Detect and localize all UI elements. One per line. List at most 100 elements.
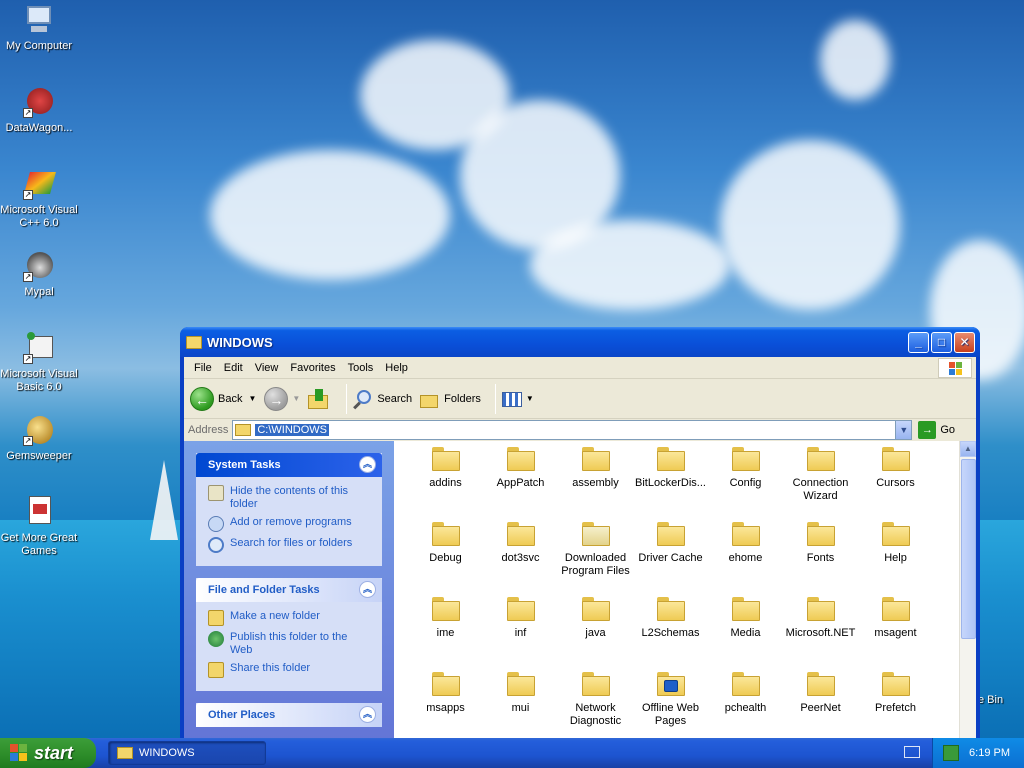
- share-folder-icon: [208, 662, 224, 678]
- folders-button[interactable]: Folders: [420, 389, 481, 409]
- address-dropdown-button[interactable]: ▼: [895, 421, 912, 439]
- toolbar: ← Back ▼ → ▼ Search Folders ▼: [184, 379, 976, 419]
- menu-bar: File Edit View Favorites Tools Help: [184, 357, 976, 379]
- file-item[interactable]: Media: [708, 595, 783, 670]
- file-item[interactable]: BitLockerDis...: [633, 445, 708, 520]
- start-button[interactable]: start: [0, 738, 96, 768]
- maximize-button[interactable]: □: [931, 332, 952, 353]
- views-button[interactable]: ▼: [501, 389, 534, 409]
- other-places-header[interactable]: Other Places ︽: [196, 703, 382, 727]
- file-item[interactable]: Network Diagnostic: [558, 670, 633, 740]
- collapse-icon[interactable]: ︽: [359, 706, 376, 723]
- file-item[interactable]: Downloaded Program Files: [558, 520, 633, 595]
- task-share-folder[interactable]: Share this folder: [208, 662, 372, 678]
- address-value[interactable]: C:\WINDOWS: [255, 424, 330, 436]
- folder-icon: [506, 522, 535, 546]
- file-item[interactable]: ehome: [708, 520, 783, 595]
- file-label: addins: [429, 477, 462, 489]
- file-item[interactable]: Debug: [408, 520, 483, 595]
- title-bar[interactable]: WINDOWS _ □ ✕: [180, 327, 980, 357]
- desktop-icon-gemsweeper[interactable]: ↗ Gemsweeper: [0, 414, 78, 463]
- desktop-icon-datawagon[interactable]: ↗ DataWagon...: [0, 86, 78, 135]
- file-label: BitLockerDis...: [635, 477, 706, 489]
- file-item[interactable]: Driver Cache: [633, 520, 708, 595]
- file-item[interactable]: Prefetch: [858, 670, 933, 740]
- clock[interactable]: 6:19 PM: [969, 747, 1010, 759]
- new-folder-icon: [208, 610, 224, 626]
- toolbar-separator: [494, 383, 496, 414]
- minimize-button[interactable]: _: [908, 332, 929, 353]
- desktop-icon-my-computer[interactable]: My Computer: [0, 4, 78, 53]
- file-item[interactable]: java: [558, 595, 633, 670]
- task-new-folder[interactable]: Make a new folder: [208, 610, 372, 626]
- menu-edit[interactable]: Edit: [218, 362, 249, 374]
- folder-icon: [581, 447, 610, 471]
- address-input[interactable]: C:\WINDOWS ▼: [232, 420, 913, 440]
- file-item[interactable]: Help: [858, 520, 933, 595]
- file-label: Config: [729, 477, 762, 489]
- taskbar: start WINDOWS 6:19 PM: [0, 738, 1024, 768]
- window-title: WINDOWS: [207, 334, 273, 350]
- scroll-thumb[interactable]: [961, 459, 976, 639]
- file-item[interactable]: msagent: [858, 595, 933, 670]
- game-icon: ↗: [23, 414, 55, 446]
- file-label: ime: [436, 627, 455, 639]
- vertical-scrollbar[interactable]: ▲: [959, 441, 976, 740]
- file-item[interactable]: Cursors: [858, 445, 933, 520]
- keyboard-icon[interactable]: [904, 746, 920, 758]
- file-item[interactable]: Connection Wizard: [783, 445, 858, 520]
- search-button[interactable]: Search: [353, 389, 412, 409]
- file-item[interactable]: pchealth: [708, 670, 783, 740]
- file-item[interactable]: assembly: [558, 445, 633, 520]
- task-publish-web[interactable]: Publish this folder to the Web: [208, 631, 372, 657]
- taskbar-window-button[interactable]: WINDOWS: [108, 741, 266, 765]
- file-item[interactable]: Fonts: [783, 520, 858, 595]
- network-icon[interactable]: [943, 745, 960, 761]
- chevron-down-icon[interactable]: ▼: [248, 394, 256, 403]
- file-item[interactable]: inf: [483, 595, 558, 670]
- menu-tools[interactable]: Tools: [342, 362, 380, 374]
- file-item[interactable]: Microsoft.NET: [783, 595, 858, 670]
- chevron-down-icon[interactable]: ▼: [292, 394, 300, 403]
- close-button[interactable]: ✕: [954, 332, 975, 353]
- file-item[interactable]: msapps: [408, 670, 483, 740]
- menu-favorites[interactable]: Favorites: [284, 362, 341, 374]
- file-item[interactable]: Config: [708, 445, 783, 520]
- folder-icon: [731, 522, 760, 546]
- file-item[interactable]: addins: [408, 445, 483, 520]
- file-item[interactable]: PeerNet: [783, 670, 858, 740]
- collapse-icon[interactable]: ︽: [359, 581, 376, 598]
- file-item[interactable]: L2Schemas: [633, 595, 708, 670]
- folder-icon: [431, 447, 460, 471]
- desktop-icon-visual-basic[interactable]: ↗ Microsoft Visual Basic 6.0: [0, 332, 78, 394]
- file-item[interactable]: Offline Web Pages: [633, 670, 708, 740]
- task-search-files[interactable]: Search for files or folders: [208, 537, 372, 553]
- desktop-icon-visual-cpp[interactable]: ↗ Microsoft Visual C++ 6.0: [0, 168, 78, 230]
- forward-button[interactable]: → ▼: [264, 386, 300, 411]
- go-button[interactable]: → Go: [918, 421, 955, 439]
- back-button[interactable]: ← Back ▼: [190, 386, 256, 411]
- menu-help[interactable]: Help: [379, 362, 414, 374]
- up-folder-button[interactable]: [308, 388, 332, 409]
- menu-file[interactable]: File: [188, 362, 218, 374]
- file-item[interactable]: AppPatch: [483, 445, 558, 520]
- menu-view[interactable]: View: [249, 362, 285, 374]
- file-item[interactable]: mui: [483, 670, 558, 740]
- system-tasks-header[interactable]: System Tasks ︽: [196, 453, 382, 477]
- collapse-icon[interactable]: ︽: [359, 456, 376, 473]
- file-label: Connection Wizard: [792, 477, 849, 502]
- file-item[interactable]: ime: [408, 595, 483, 670]
- folder-icon: [431, 522, 460, 546]
- scroll-up-button[interactable]: ▲: [960, 441, 976, 457]
- desktop-icon-mypal[interactable]: ↗ Mypal: [0, 250, 78, 299]
- globe-icon: [208, 631, 224, 647]
- folder-icon: [881, 672, 910, 696]
- file-label: ehome: [728, 552, 763, 564]
- file-folder-tasks-header[interactable]: File and Folder Tasks ︽: [196, 578, 382, 602]
- file-label: Driver Cache: [638, 552, 703, 564]
- task-hide-contents[interactable]: Hide the contents of this folder: [208, 485, 372, 511]
- desktop-icon-recycle-bin-label[interactable]: e Bin: [978, 694, 1003, 706]
- desktop-icon-get-more-games[interactable]: Get More Great Games: [0, 496, 78, 558]
- task-add-remove-programs[interactable]: Add or remove programs: [208, 516, 372, 532]
- file-item[interactable]: dot3svc: [483, 520, 558, 595]
